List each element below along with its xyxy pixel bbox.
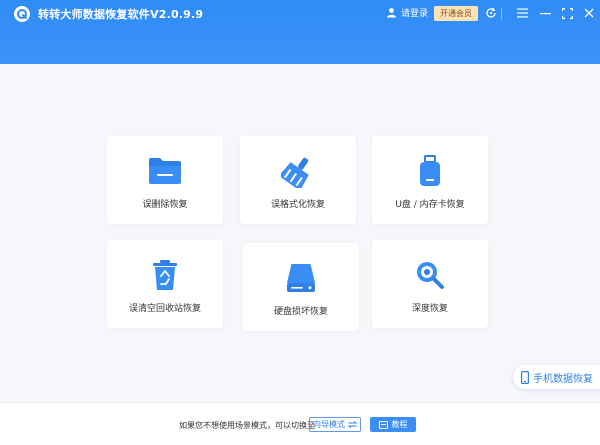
switch-arrows-icon xyxy=(348,421,357,428)
card-label: 硬盘损坏恢复 xyxy=(273,307,328,317)
card-disk-damage-recovery[interactable]: 硬盘损坏恢复 xyxy=(243,243,359,331)
card-usb-recovery[interactable]: U盘 / 内存卡恢复 xyxy=(372,136,488,224)
minimize-icon[interactable] xyxy=(538,6,552,20)
app-logo-icon xyxy=(14,6,30,22)
login-label: 请登录 xyxy=(401,9,429,19)
folder-icon xyxy=(107,154,223,188)
card-label: 误格式化恢复 xyxy=(270,200,325,210)
menu-icon[interactable] xyxy=(515,6,529,20)
footer-bar: 如果您不想使用场景模式，可以切换至 向导模式 教程 xyxy=(0,402,600,445)
card-label: U盘 / 内存卡恢复 xyxy=(395,200,465,210)
vip-button[interactable]: 开通会员 xyxy=(434,6,478,21)
phone-recovery-button[interactable]: 手机数据恢复 xyxy=(513,365,600,389)
tutorial-label: 教程 xyxy=(391,420,408,429)
mode-switch-hint: 如果您不想使用场景模式，可以切换至 xyxy=(179,421,315,430)
card-label: 误清空回收站恢复 xyxy=(128,304,201,314)
card-label: 误删除恢复 xyxy=(142,200,188,210)
close-icon[interactable] xyxy=(582,6,596,20)
book-icon xyxy=(378,420,388,429)
maximize-icon[interactable] xyxy=(560,6,574,20)
card-recycle-bin-recovery[interactable]: 误清空回收站恢复 xyxy=(107,240,223,328)
header-bar: 转转大师数据恢复软件V2.0.9.9 请登录 开通会员 xyxy=(0,0,600,64)
app-title: 转转大师数据恢复软件V2.0.9.9 xyxy=(38,8,204,21)
hard-disk-icon xyxy=(243,261,359,295)
user-icon xyxy=(386,7,397,18)
wizard-mode-button[interactable]: 向导模式 xyxy=(309,417,361,432)
card-label: 深度恢复 xyxy=(411,304,448,314)
update-icon[interactable] xyxy=(484,6,498,20)
card-format-recovery[interactable]: 误格式化恢复 xyxy=(240,136,356,224)
tutorial-button[interactable]: 教程 xyxy=(370,417,416,432)
phone-icon xyxy=(521,370,529,384)
phone-recovery-label: 手机数据恢复 xyxy=(533,373,593,385)
title-bar: 转转大师数据恢复软件V2.0.9.9 请登录 开通会员 xyxy=(0,0,600,28)
usb-drive-icon xyxy=(372,154,488,188)
titlebar-divider xyxy=(501,8,502,19)
recycle-bin-icon xyxy=(107,258,223,292)
deep-scan-icon xyxy=(372,258,488,292)
card-deep-recovery[interactable]: 深度恢复 xyxy=(372,240,488,328)
wizard-mode-label: 向导模式 xyxy=(313,420,345,429)
card-deleted-recovery[interactable]: 误删除恢复 xyxy=(107,136,223,224)
broom-icon xyxy=(240,154,356,188)
login-link[interactable]: 请登录 xyxy=(386,6,428,19)
